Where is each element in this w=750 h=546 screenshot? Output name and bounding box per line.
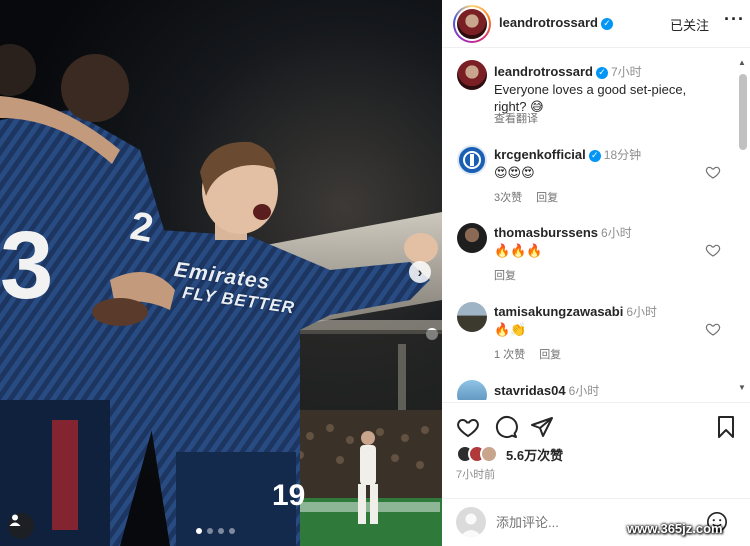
comments-list[interactable]: leandrotrossard ✓ 7小时 Everyone loves a goo…: [442, 50, 738, 400]
default-avatar-icon: [460, 513, 482, 537]
carousel-next-button[interactable]: ›: [409, 261, 431, 283]
comment-text: 🔥👏: [494, 322, 527, 337]
current-user-avatar: [456, 507, 486, 537]
likes-summary[interactable]: 5.6万次赞: [456, 444, 563, 464]
caption-username[interactable]: leandrotrossard: [494, 64, 593, 79]
comment-time: 6小时: [626, 305, 658, 319]
comment-meta: 回复: [494, 267, 530, 283]
likes-count[interactable]: 5.6万次赞: [506, 445, 563, 464]
comment-text: 😍😍😍: [494, 165, 535, 180]
comment-username[interactable]: tamisakungzawasabi: [494, 304, 623, 319]
caption-avatar[interactable]: [457, 60, 487, 90]
author-avatar[interactable]: [453, 5, 491, 43]
author-username[interactable]: leandrotrossard: [499, 15, 598, 30]
comment-likes[interactable]: 1 次赞: [494, 349, 525, 361]
comment-meta: 3次赞 回复: [494, 189, 572, 205]
carousel-dot: [229, 528, 235, 534]
comment-time: 6小时: [568, 384, 600, 398]
caption: leandrotrossard ✓ 7小时 Everyone loves a goo…: [494, 63, 714, 115]
comment-likes[interactable]: 3次赞: [494, 192, 522, 204]
bookmark-icon[interactable]: [714, 415, 738, 439]
carousel-dot: [218, 528, 224, 534]
carousel-indicator: [196, 528, 235, 534]
svg-text:3: 3: [0, 212, 53, 319]
liker-avatar: [480, 445, 498, 463]
comments-scrollbar[interactable]: ▲ ▼: [736, 58, 750, 396]
tagged-users-button[interactable]: [8, 513, 34, 539]
following-button[interactable]: 已关注: [670, 15, 709, 34]
scroll-down-icon[interactable]: ▼: [738, 383, 746, 392]
more-options-icon[interactable]: ···: [724, 9, 745, 30]
heart-icon[interactable]: [705, 242, 721, 258]
comment-username[interactable]: stavridas04: [494, 383, 566, 398]
heart-icon[interactable]: [705, 321, 721, 337]
post-header: leandrotrossard ✓ 已关注 ···: [442, 0, 750, 48]
comment: thomasburssens 6小时 🔥🔥🔥: [494, 224, 714, 259]
comment: tamisakungzawasabi 6小时 🔥👏: [494, 303, 714, 338]
verified-badge-icon: ✓: [588, 149, 601, 162]
comment-time: 18分钟: [603, 148, 642, 162]
reply-button[interactable]: 回复: [539, 349, 561, 361]
post-timestamp[interactable]: 7小时前: [456, 466, 495, 482]
comment-username[interactable]: thomasburssens: [494, 225, 598, 240]
comment-text: 🔥🔥🔥: [494, 243, 543, 258]
comment-avatar[interactable]: [457, 302, 487, 332]
club-crest-icon: [463, 151, 481, 169]
carousel-dot: [196, 528, 202, 534]
post-media[interactable]: 19 3 2 Emirates FLY BETTER ›: [0, 0, 442, 546]
comment-avatar[interactable]: [457, 380, 487, 400]
comment-avatar[interactable]: [457, 223, 487, 253]
comment-time: 6小时: [601, 226, 632, 240]
heart-icon[interactable]: [705, 164, 721, 180]
post-side-panel: leandrotrossard ✓ 已关注 ··· leandrotrossard…: [442, 0, 750, 546]
action-bar: [442, 402, 750, 446]
chevron-right-icon: ›: [417, 264, 423, 280]
send-icon[interactable]: [530, 415, 554, 439]
heart-icon[interactable]: [456, 415, 480, 439]
comment-meta: 1 次赞 回复: [494, 346, 575, 362]
reply-button[interactable]: 回复: [494, 270, 516, 282]
svg-text:19: 19: [272, 479, 305, 512]
site-watermark: www.365jz.com: [627, 521, 723, 536]
carousel-dot: [207, 528, 213, 534]
reply-button[interactable]: 回复: [536, 192, 558, 204]
user-tag-icon: [9, 514, 21, 526]
scroll-up-icon[interactable]: ▲: [738, 58, 746, 67]
author-username-row[interactable]: leandrotrossard ✓: [499, 15, 613, 30]
see-translation-link[interactable]: 查看翻译: [494, 113, 538, 125]
comment-avatar[interactable]: [457, 145, 487, 175]
scrollbar-thumb[interactable]: [739, 74, 747, 150]
comment: stavridas04 6小时: [494, 382, 714, 400]
caption-time: 7小时: [610, 65, 642, 79]
caption-meta: 查看翻译: [494, 110, 552, 126]
verified-badge-icon: ✓: [600, 17, 613, 30]
comment-username[interactable]: krcgenkofficial: [494, 147, 586, 162]
verified-badge-icon: ✓: [595, 66, 608, 79]
comment-icon[interactable]: [494, 415, 518, 439]
comment: krcgenkofficial ✓ 18分钟 😍😍😍: [494, 146, 714, 181]
